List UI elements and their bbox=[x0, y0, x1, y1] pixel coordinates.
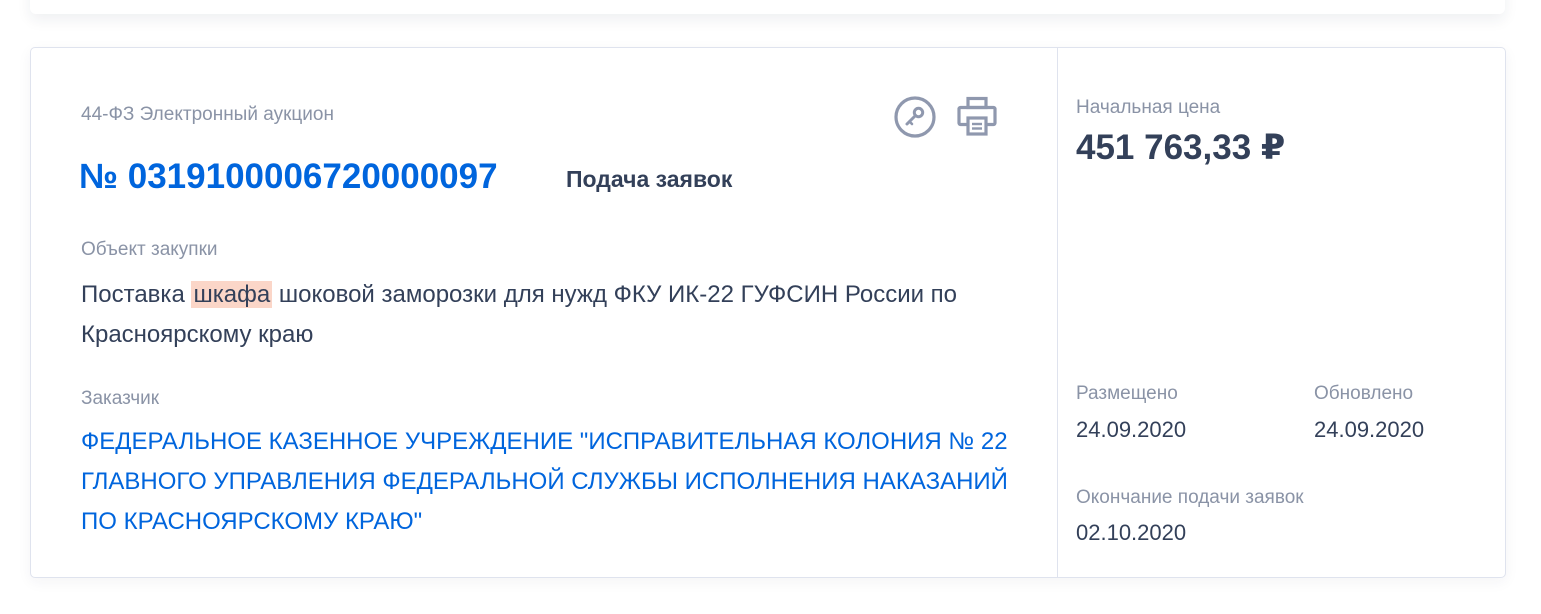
previous-card bbox=[30, 0, 1505, 14]
procurement-type: 44-ФЗ Электронный аукцион bbox=[81, 104, 334, 125]
column-divider bbox=[1057, 48, 1058, 577]
search-highlight: шкафа bbox=[191, 281, 273, 308]
deadline-label: Окончание подачи заявок bbox=[1076, 487, 1304, 508]
printer-icon[interactable] bbox=[955, 95, 999, 139]
object-text-before: Поставка bbox=[81, 281, 192, 308]
object-label: Объект закупки bbox=[81, 239, 218, 260]
object-description: Поставка шкафа шоковой заморозки для нуж… bbox=[81, 275, 961, 355]
key-icon[interactable] bbox=[893, 95, 937, 139]
registry-number-link[interactable]: № 0319100006720000097 bbox=[79, 157, 498, 197]
status-label: Подача заявок bbox=[566, 166, 733, 192]
customer-link[interactable]: ФЕДЕРАЛЬНОЕ КАЗЕННОЕ УЧРЕЖДЕНИЕ "ИСПРАВИ… bbox=[81, 422, 1011, 542]
price-value: 451 763,33 ₽ bbox=[1076, 128, 1286, 167]
purchase-card: 44-ФЗ Электронный аукцион № 031910000672… bbox=[30, 47, 1506, 578]
updated-date: 24.09.2020 bbox=[1314, 417, 1425, 442]
deadline-date: 02.10.2020 bbox=[1076, 520, 1187, 545]
price-label: Начальная цена bbox=[1076, 97, 1221, 118]
posted-date: 24.09.2020 bbox=[1076, 417, 1187, 442]
customer-label: Заказчик bbox=[81, 388, 160, 409]
posted-label: Размещено bbox=[1076, 383, 1178, 404]
updated-label: Обновлено bbox=[1314, 383, 1414, 404]
